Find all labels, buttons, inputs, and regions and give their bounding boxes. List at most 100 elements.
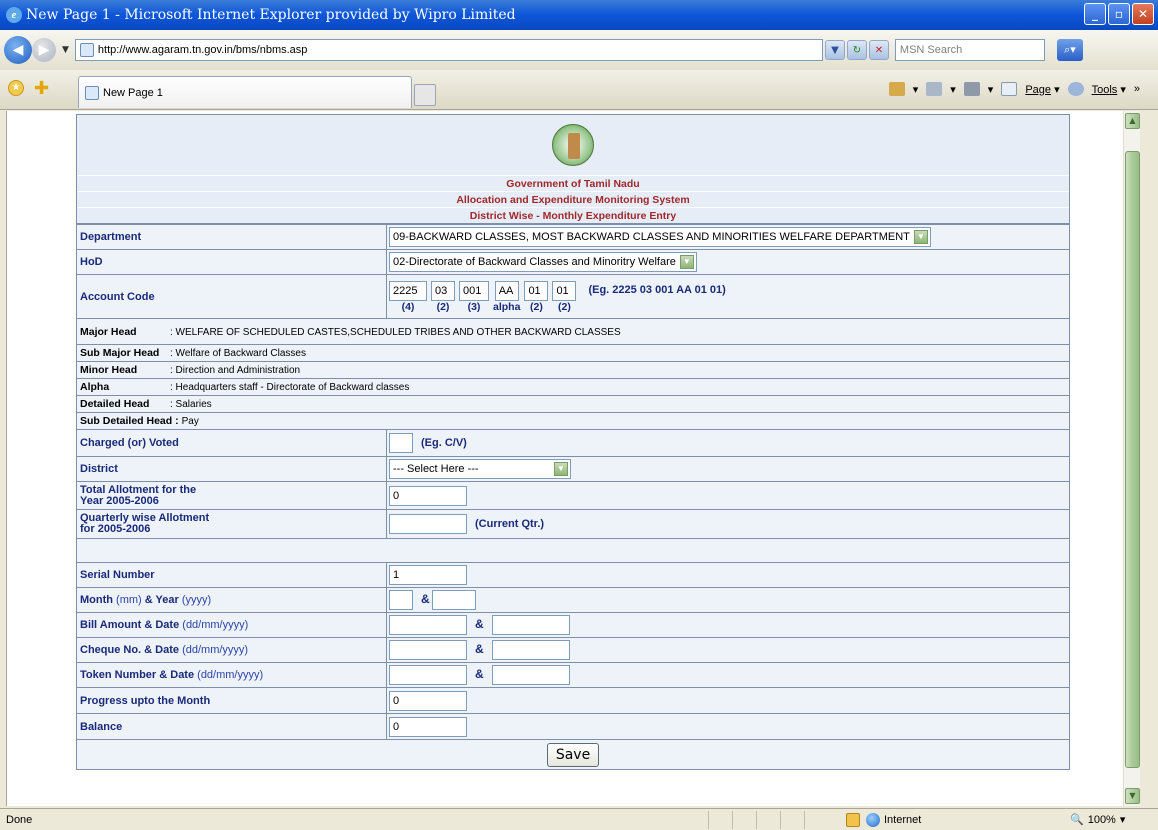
feeds-icon[interactable] — [926, 82, 943, 96]
serial-label: Serial Number — [76, 562, 387, 588]
month-input[interactable] — [389, 590, 413, 610]
vertical-scrollbar[interactable]: ▲ ▼ — [1123, 111, 1140, 806]
major-head-value: : WELFARE OF SCHEDULED CASTES,SCHEDULED … — [170, 326, 621, 338]
acct-detailed-group: 01 (2) — [524, 280, 549, 313]
close-button[interactable]: ✕ — [1132, 3, 1154, 25]
token-label: Token Number & Date (dd/mm/yyyy) — [76, 662, 387, 688]
balance-label: Balance — [76, 713, 387, 740]
add-favorite-icon[interactable]: ✚ — [34, 78, 49, 99]
tab-new-page-1[interactable]: New Page 1 — [78, 76, 412, 108]
new-tab-button[interactable] — [414, 84, 436, 106]
cheque-date-input[interactable] — [491, 640, 570, 660]
district-select[interactable]: --- Select Here --- ▼ — [389, 459, 571, 479]
scroll-thumb[interactable] — [1125, 151, 1140, 768]
year-hint: (yyyy) — [178, 594, 212, 606]
zoom-control[interactable]: 🔍 100% ▾ — [1070, 813, 1125, 827]
window-controls: _ ▫ ✕ — [1084, 3, 1154, 25]
search-icon[interactable]: ⌕▾ — [1056, 39, 1083, 61]
acct-minor-input[interactable]: 001 — [459, 280, 489, 301]
chevron-down-icon: ▼ — [679, 255, 694, 269]
refresh-icon[interactable]: ↻ — [846, 40, 867, 60]
progress-input[interactable]: 0 — [389, 690, 467, 711]
quarterly-input[interactable] — [389, 514, 467, 534]
bill-date-input[interactable] — [491, 615, 570, 635]
charged-input[interactable] — [389, 433, 413, 453]
acct-detailed-input[interactable]: 01 — [524, 280, 549, 301]
maximize-button[interactable]: ▫ — [1108, 3, 1130, 25]
tab-page-icon — [85, 85, 99, 100]
feeds-dropdown-icon[interactable]: ▾ — [950, 83, 956, 96]
token-cell: & — [386, 662, 1070, 688]
cheque-number-input[interactable] — [389, 640, 467, 660]
status-cell — [780, 810, 804, 829]
acct-submajor-input[interactable]: 03 — [431, 280, 455, 301]
cheque-label-text: Cheque No. & Date — [80, 644, 180, 656]
tools-menu[interactable]: Tools ▾ — [1092, 83, 1126, 96]
header-system: Allocation and Expenditure Monitoring Sy… — [77, 191, 1069, 207]
district-label: District — [76, 456, 387, 482]
forward-button[interactable]: ▶ — [32, 38, 56, 62]
acct-major-hint: (4) — [401, 300, 415, 313]
token-hint: (dd/mm/yyyy) — [194, 669, 264, 681]
command-bar: ▾ ▾ ▾ Page ▾ Tools ▾ » — [888, 82, 1140, 96]
acct-subdetailed-group: 01 (2) — [552, 280, 577, 313]
acct-alpha-input[interactable]: AA — [494, 280, 519, 301]
row-token: Token Number & Date (dd/mm/yyyy) & — [76, 662, 1070, 688]
major-head-cell: Major Head : WELFARE OF SCHEDULED CASTES,… — [76, 318, 1070, 345]
total-allotment-cell: 0 — [386, 481, 1070, 510]
sub-major-head-label: Sub Major Head — [80, 347, 160, 359]
search-input[interactable]: MSN Search — [894, 39, 1045, 61]
status-text: Done — [6, 813, 33, 826]
favorites-star-icon[interactable]: ★ — [8, 80, 24, 96]
sub-major-head-cell: Sub Major Head: Welfare of Backward Clas… — [76, 344, 1070, 362]
minimize-button[interactable]: _ — [1084, 3, 1106, 25]
stop-icon[interactable]: ✕ — [868, 40, 889, 60]
security-zone[interactable]: Internet — [866, 812, 921, 827]
print-icon[interactable] — [963, 82, 980, 96]
address-bar[interactable]: http://www.agaram.tn.gov.in/bms/nbms.asp — [74, 39, 823, 61]
token-number-input[interactable] — [389, 665, 467, 685]
print-dropdown-icon[interactable]: ▾ — [988, 83, 994, 96]
account-code-example: (Eg. 2225 03 001 AA 01 01) — [588, 283, 726, 296]
row-major-head: Major Head : WELFARE OF SCHEDULED CASTES,… — [76, 318, 1070, 345]
department-select[interactable]: 09-BACKWARD CLASSES, MOST BACKWARD CLASS… — [389, 227, 931, 247]
home-dropdown-icon[interactable]: ▾ — [913, 83, 919, 96]
acct-subdetailed-input[interactable]: 01 — [552, 280, 577, 301]
hod-value: 02-Directorate of Backward Classes and M… — [393, 256, 676, 268]
year-input[interactable] — [431, 590, 476, 610]
acct-major-input[interactable]: 2225 — [389, 280, 427, 301]
page-menu[interactable]: Page ▾ — [1025, 83, 1059, 96]
district-value: --- Select Here --- — [393, 463, 479, 475]
history-dropdown-icon[interactable]: ▼ — [62, 45, 69, 55]
header-entry: District Wise - Monthly Expenditure Entr… — [77, 207, 1069, 223]
balance-input[interactable]: 0 — [389, 716, 467, 737]
alpha-value: : Headquarters staff - Directorate of Ba… — [170, 382, 410, 393]
hod-select[interactable]: 02-Directorate of Backward Classes and M… — [389, 252, 697, 272]
expenditure-form: Government of Tamil Nadu Allocation and … — [76, 114, 1070, 770]
chevron-more-icon[interactable]: » — [1134, 83, 1140, 95]
back-button[interactable]: ◀ — [4, 36, 32, 64]
zoom-level: 100% — [1087, 813, 1116, 826]
bill-amount-input[interactable] — [389, 615, 467, 635]
scroll-up-icon[interactable]: ▲ — [1125, 113, 1140, 129]
address-dropdown-icon[interactable]: ▼ — [824, 40, 845, 60]
protected-mode-icon[interactable] — [846, 812, 860, 827]
hod-cell: 02-Directorate of Backward Classes and M… — [386, 249, 1070, 275]
row-progress: Progress upto the Month 0 — [76, 687, 1070, 714]
serial-input[interactable]: 1 — [389, 565, 467, 585]
home-icon[interactable] — [888, 82, 905, 96]
scroll-down-icon[interactable]: ▼ — [1125, 788, 1140, 804]
save-button[interactable]: Save — [546, 742, 600, 767]
token-date-input[interactable] — [491, 665, 570, 685]
row-charged: Charged (or) Voted (Eg. C/V) — [76, 429, 1070, 457]
row-sub-major-head: Sub Major Head: Welfare of Backward Clas… — [76, 344, 1070, 362]
acct-subdetailed-hint: (2) — [558, 300, 571, 313]
row-sub-detailed-head: Sub Detailed Head : Pay — [76, 412, 1070, 430]
acct-detailed-hint: (2) — [530, 300, 543, 313]
row-account-code: Account Code 2225 (4) 03 (2) 001 (3) AA alph… — [76, 274, 1070, 319]
major-head-label: Major Head — [80, 325, 137, 338]
page-menu-icon — [1001, 82, 1018, 96]
chevron-down-icon: ▼ — [913, 230, 928, 244]
row-alpha: Alpha: Headquarters staff - Directorate … — [76, 378, 1070, 396]
total-allotment-input[interactable]: 0 — [389, 485, 467, 506]
